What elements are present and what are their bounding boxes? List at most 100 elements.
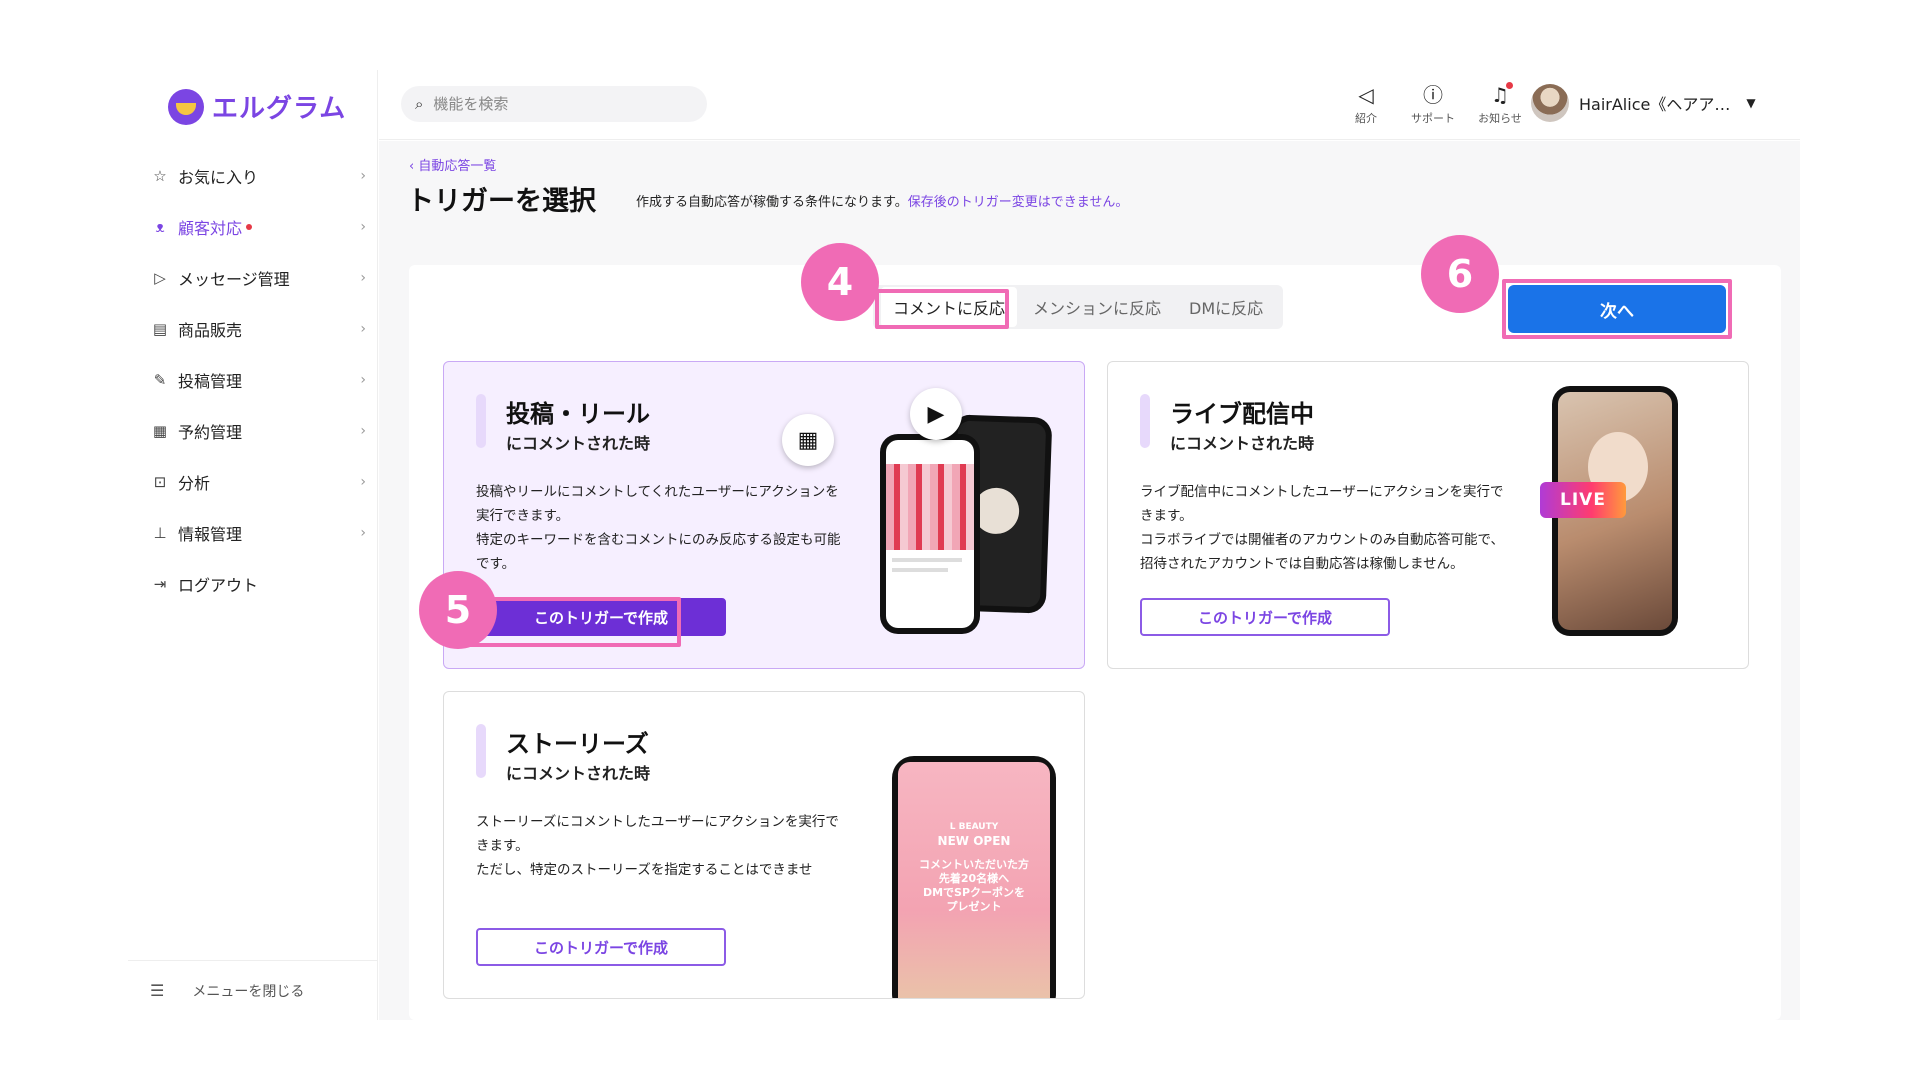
sidebar-item-posts[interactable]: ✎ 投稿管理 › xyxy=(128,354,378,405)
sidebar-item-label: 投稿管理 xyxy=(178,371,243,391)
help-icon: ⓘ xyxy=(1423,83,1443,107)
story-line: プレゼント xyxy=(946,900,1002,913)
chevron-right-icon: › xyxy=(360,473,366,490)
story-line: DMでSPクーポンを xyxy=(922,886,1026,899)
card-description: 投稿やリールにコメントしてくれたユーザーにアクションを実行できます。 特定のキー… xyxy=(476,480,846,576)
card-accent-bar xyxy=(476,394,486,448)
notification-dot xyxy=(246,223,253,230)
create-trigger-button[interactable]: このトリガーで作成 xyxy=(1140,598,1390,636)
card-title: ライブ配信中 xyxy=(1170,400,1314,428)
trigger-card-stories[interactable]: ストーリーズ にコメントされた時 ストーリーズにコメントしたユーザーにアクション… xyxy=(443,691,1085,999)
megaphone-icon: ◁ xyxy=(1358,83,1374,107)
search-box[interactable]: ⌕ xyxy=(401,86,707,122)
sidebar-item-label: 商品販売 xyxy=(178,320,243,340)
card-subtitle: にコメントされた時 xyxy=(506,434,651,453)
logout-icon: ⇥ xyxy=(153,574,167,593)
search-icon: ⌕ xyxy=(415,95,424,113)
chevron-right-icon: › xyxy=(360,269,366,286)
analytics-icon: ⊡ xyxy=(153,472,167,491)
card-subtitle: にコメントされた時 xyxy=(1170,434,1315,453)
support-button[interactable]: ⓘ サポート xyxy=(1406,82,1460,126)
sidebar-item-customer[interactable]: ᴥ 顧客対応 › xyxy=(128,201,378,252)
sidebar-item-messages[interactable]: ▷ メッセージ管理 › xyxy=(128,252,378,303)
story-brand: L BEAUTY xyxy=(949,822,999,832)
main-content: ‹ 自動応答一覧 トリガーを選択 作成する自動応答が稼働する条件になります。保存… xyxy=(379,141,1800,1020)
sidebar-item-label: ログアウト xyxy=(178,575,259,595)
chevron-right-icon: › xyxy=(360,524,366,541)
sidebar-item-info[interactable]: ⊥ 情報管理 › xyxy=(128,507,378,558)
card-accent-bar xyxy=(476,724,486,778)
create-trigger-button[interactable]: このトリガーで作成 xyxy=(476,928,726,966)
user-menu[interactable]: HairAlice《ヘアア… ▼ xyxy=(1531,84,1756,122)
trigger-tabs: コメントに反応 メンションに反応 DMに反応 xyxy=(873,285,1284,329)
logo[interactable]: エルグラム xyxy=(168,88,346,125)
close-menu-label: メニューを閉じる xyxy=(192,983,305,1000)
chart-icon: ⊥ xyxy=(153,523,167,542)
sidebar-item-label: 情報管理 xyxy=(178,524,243,544)
trigger-card-posts[interactable]: 投稿・リール にコメントされた時 投稿やリールにコメントしてくれたユーザーにアク… xyxy=(443,361,1085,669)
story-screen: L BEAUTY NEW OPEN コメントいただいた方 先着20名様へ DMで… xyxy=(898,762,1050,998)
tab-mention[interactable]: メンションに反応 xyxy=(1021,287,1173,327)
tab-dm[interactable]: DMに反応 xyxy=(1177,287,1275,327)
logo-icon xyxy=(168,88,204,125)
chevron-right-icon: › xyxy=(360,320,366,337)
story-line: 先着20名様へ xyxy=(938,872,1010,885)
sidebar-item-label: 分析 xyxy=(178,473,211,493)
chevron-right-icon: › xyxy=(360,422,366,439)
user-name: HairAlice《ヘアア… xyxy=(1579,95,1731,114)
card-desc-line: ストーリーズにコメントしたユーザーにアクションを実行できます。 xyxy=(476,814,839,854)
card-accent-bar xyxy=(1140,394,1150,448)
sidebar-item-logout[interactable]: ⇥ ログアウト xyxy=(128,558,378,609)
notify-label: お知らせ xyxy=(1478,112,1522,125)
chevron-right-icon: › xyxy=(360,218,366,235)
sidebar-item-label: メッセージ管理 xyxy=(178,269,290,289)
sidebar-item-label: 顧客対応 xyxy=(178,218,243,238)
card-desc-line: コラボライブでは開催者のアカウントのみ自動応答可能で、招待されたアカウントでは自… xyxy=(1140,532,1504,572)
sidebar-item-reservations[interactable]: ▦ 予約管理 › xyxy=(128,405,378,456)
create-trigger-button[interactable]: このトリガーで作成 xyxy=(476,598,726,636)
notifications-button[interactable]: ♫ お知らせ xyxy=(1473,82,1527,126)
chevron-right-icon: › xyxy=(360,371,366,388)
sidebar-item-analytics[interactable]: ⊡ 分析 › xyxy=(128,456,378,507)
card-title: 投稿・リール xyxy=(506,400,650,428)
story-headline: NEW OPEN xyxy=(937,834,1011,848)
card-description: ライブ配信中にコメントしたユーザーにアクションを実行できます。 コラボライブでは… xyxy=(1140,480,1510,576)
sidebar-item-favorites[interactable]: ☆ お気に入り › xyxy=(128,150,378,201)
menu-collapse-icon: ☰ xyxy=(150,981,165,1000)
sidebar-item-label: 予約管理 xyxy=(178,422,243,442)
logo-text: エルグラム xyxy=(212,94,347,124)
breadcrumb[interactable]: ‹ 自動応答一覧 xyxy=(409,155,496,174)
card-desc-line: ライブ配信中にコメントしたユーザーにアクションを実行できます。 xyxy=(1140,484,1504,524)
caption-line xyxy=(892,558,962,562)
tab-comment[interactable]: コメントに反応 xyxy=(881,287,1018,327)
store-icon: ▤ xyxy=(152,319,168,338)
close-menu-button[interactable]: ☰ メニューを閉じる xyxy=(128,960,378,1020)
caret-down-icon: ▼ xyxy=(1746,96,1756,110)
caption-line xyxy=(892,568,948,572)
description-text: 作成する自動応答が稼働する条件になります。 xyxy=(636,195,908,210)
search-input[interactable] xyxy=(433,95,674,113)
card-subtitle: にコメントされた時 xyxy=(506,764,651,783)
story-line: コメントいただいた方 xyxy=(919,858,1029,871)
app-window: エルグラム ☆ お気に入り › ᴥ 顧客対応 › ▷ メッセージ管理 › ▤ 商… xyxy=(128,70,1800,1020)
grid-icon: ▦ xyxy=(782,414,834,466)
sidebar-item-label: お気に入り xyxy=(178,167,259,187)
intro-button[interactable]: ◁ 紹介 xyxy=(1339,82,1393,126)
user-icon: ᴥ xyxy=(155,217,165,236)
card-desc-line: 投稿やリールにコメントしてくれたユーザーにアクションを実行できます。 xyxy=(476,484,839,524)
post-screen xyxy=(886,440,974,628)
card-title: ストーリーズ xyxy=(506,730,649,758)
sidebar-nav: ☆ お気に入り › ᴥ 顧客対応 › ▷ メッセージ管理 › ▤ 商品販売 › xyxy=(128,150,378,609)
step-badge-5: 5 xyxy=(419,571,497,649)
trigger-panel: コメントに反応 メンションに反応 DMに反応 次へ 投稿・リール にコメントされ… xyxy=(409,235,1781,1020)
trigger-card-live[interactable]: ライブ配信中 にコメントされた時 ライブ配信中にコメントしたユーザーにアクション… xyxy=(1107,361,1749,669)
card-description: ストーリーズにコメントしたユーザーにアクションを実行できます。 ただし、特定のス… xyxy=(476,810,846,882)
star-icon: ☆ xyxy=(153,166,167,185)
next-button[interactable]: 次へ xyxy=(1508,285,1726,333)
step-badge-6: 6 xyxy=(1421,235,1499,313)
sidebar-item-sales[interactable]: ▤ 商品販売 › xyxy=(128,303,378,354)
nail-polish-image xyxy=(886,464,974,550)
phone-post-illustration xyxy=(880,434,980,634)
edit-icon: ✎ xyxy=(153,370,167,389)
reels-icon: ▶ xyxy=(910,388,962,440)
